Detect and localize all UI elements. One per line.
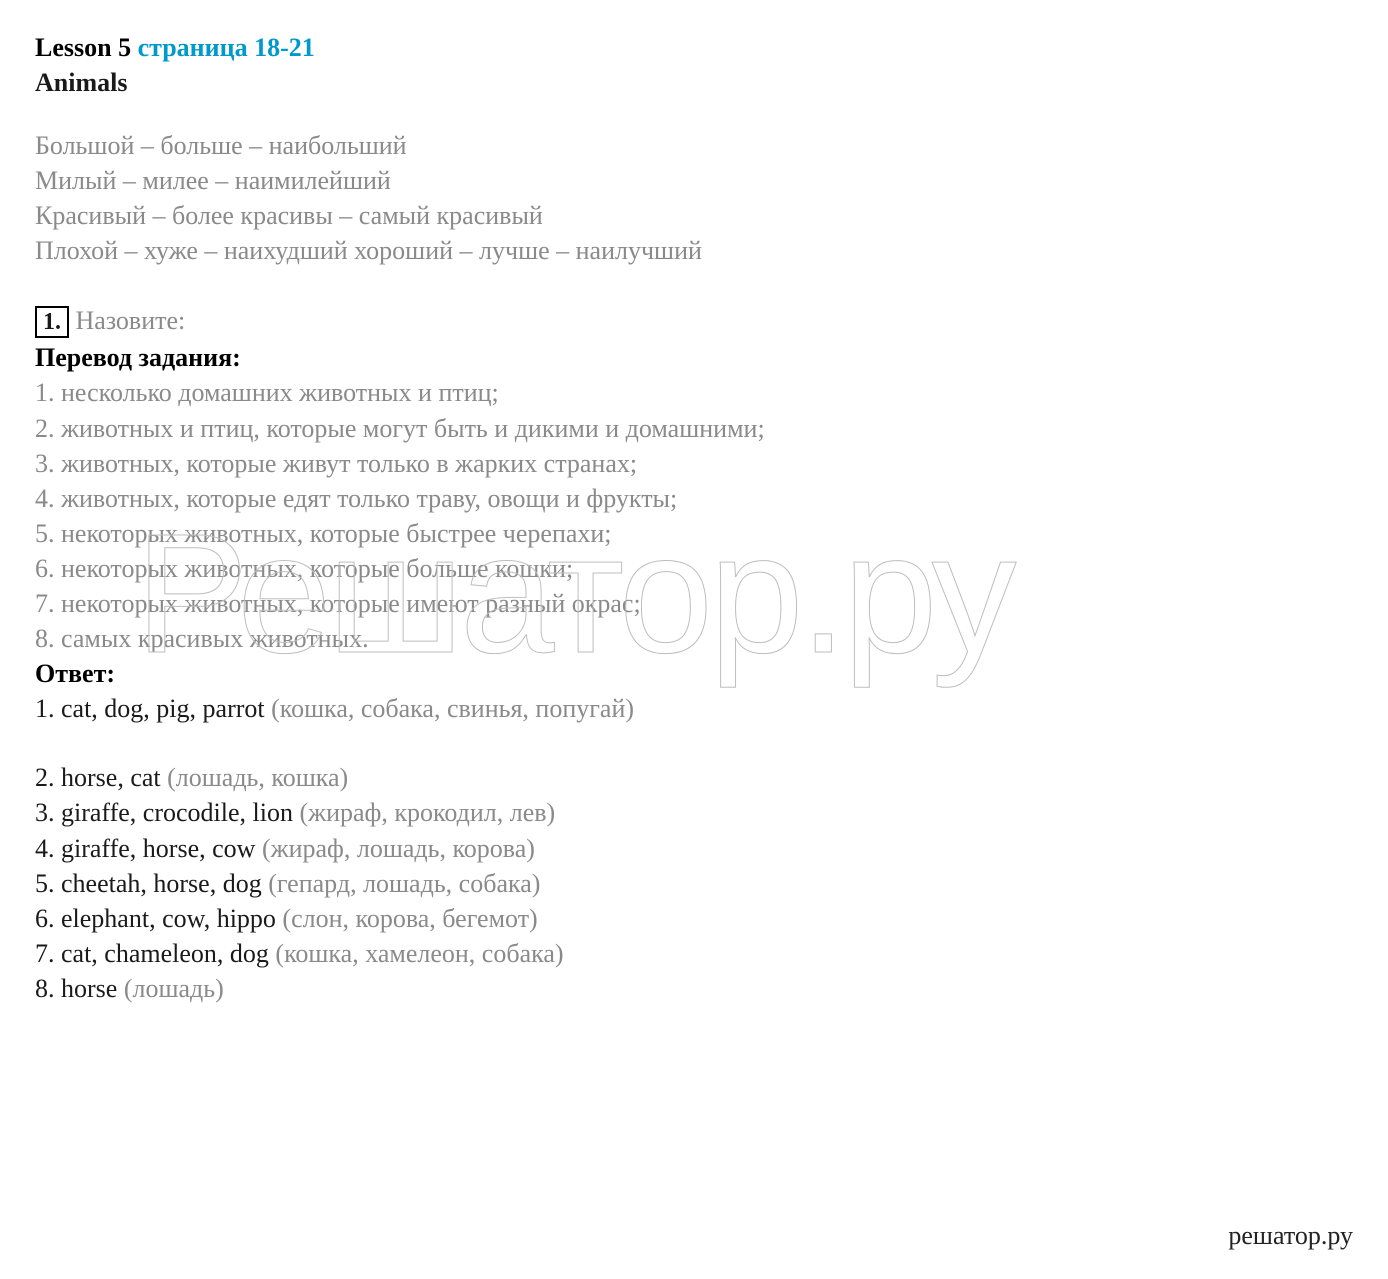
grammar-block: Большой – больше – наибольший Милый – ми… xyxy=(35,128,1353,268)
answer-translation: (лошадь) xyxy=(124,974,224,1003)
translation-item: 7. некоторых животных, которые имеют раз… xyxy=(35,586,1353,621)
grammar-line: Большой – больше – наибольший xyxy=(35,128,1353,163)
grammar-line: Красивый – более красивы – самый красивы… xyxy=(35,198,1353,233)
translation-item: 8. самых красивых животных. xyxy=(35,621,1353,656)
lesson-number: Lesson 5 xyxy=(35,33,138,62)
translation-item: 5. некоторых животных, которые быстрее ч… xyxy=(35,516,1353,551)
grammar-line: Плохой – хуже – наихудший хороший – лучш… xyxy=(35,233,1353,268)
answer-item: 6. elephant, cow, hippo (слон, корова, б… xyxy=(35,901,1353,936)
task-number-box: 1. xyxy=(35,306,69,339)
task-header: 1. Назовите: xyxy=(35,303,1353,339)
answer-item: 2. horse, cat (лошадь, кошка) xyxy=(35,760,1353,795)
answer-item: 7. cat, chameleon, dog (кошка, хамелеон,… xyxy=(35,936,1353,971)
translation-item: 6. некоторых животных, которые больше ко… xyxy=(35,551,1353,586)
lesson-pages: страница 18-21 xyxy=(138,33,315,62)
answer-translation: (жираф, крокодил, лев) xyxy=(299,798,555,827)
translation-item: 3. животных, которые живут только в жарк… xyxy=(35,446,1353,481)
translation-heading: Перевод задания: xyxy=(35,340,1353,375)
answer-translation: (гепард, лошадь, собака) xyxy=(268,869,540,898)
translation-item: 1. несколько домашних животных и птиц; xyxy=(35,375,1353,410)
answer-translation: (кошка, хамелеон, собака) xyxy=(275,939,563,968)
answer-translation: (лошадь, кошка) xyxy=(167,763,348,792)
translation-item: 2. животных и птиц, которые могут быть и… xyxy=(35,411,1353,446)
answer-translation: (жираф, лошадь, корова) xyxy=(262,834,535,863)
task-prompt: Назовите: xyxy=(69,306,185,335)
answer-main: 6. elephant, cow, hippo xyxy=(35,904,282,933)
translation-list: 1. несколько домашних животных и птиц; 2… xyxy=(35,375,1353,656)
answer-main: 2. horse, cat xyxy=(35,763,167,792)
answer-item: 4. giraffe, horse, cow (жираф, лошадь, к… xyxy=(35,831,1353,866)
answer-main: 7. cat, chameleon, dog xyxy=(35,939,275,968)
answer-item: 5. cheetah, horse, dog (гепард, лошадь, … xyxy=(35,866,1353,901)
grammar-line: Милый – милее – наимилейший xyxy=(35,163,1353,198)
translation-item: 4. животных, которые едят только траву, … xyxy=(35,481,1353,516)
answer-item: 8. horse (лошадь) xyxy=(35,971,1353,1006)
answer-main: 1. cat, dog, pig, parrot xyxy=(35,694,271,723)
answer-translation: (кошка, собака, свинья, попугай) xyxy=(271,694,634,723)
answer-main: 5. cheetah, horse, dog xyxy=(35,869,268,898)
lesson-subtitle: Animals xyxy=(35,65,1353,100)
answer-heading: Ответ: xyxy=(35,656,1353,691)
answer-list: 1. cat, dog, pig, parrot (кошка, собака,… xyxy=(35,691,1353,1006)
answer-translation: (слон, корова, бегемот) xyxy=(282,904,537,933)
footer-brand: решатор.ру xyxy=(1228,1218,1353,1253)
answer-main: 3. giraffe, crocodile, lion xyxy=(35,798,299,827)
answer-item: 1. cat, dog, pig, parrot (кошка, собака,… xyxy=(35,691,1353,726)
answer-main: 8. horse xyxy=(35,974,124,1003)
answer-item: 3. giraffe, crocodile, lion (жираф, крок… xyxy=(35,795,1353,830)
answer-main: 4. giraffe, horse, cow xyxy=(35,834,262,863)
lesson-title: Lesson 5 страница 18-21 xyxy=(35,30,1353,65)
